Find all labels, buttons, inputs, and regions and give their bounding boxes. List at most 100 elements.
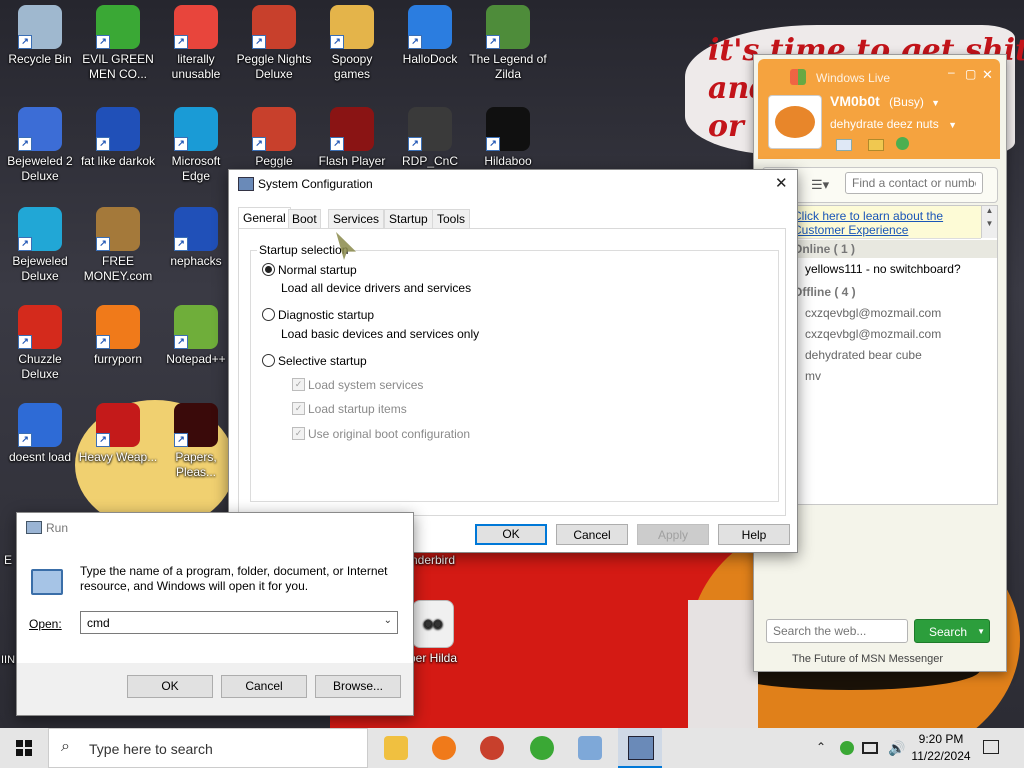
desktop-icon[interactable]: ↗ Microsoft Edge — [156, 107, 236, 184]
desktop-icon[interactable]: ↗ Recycle Bin — [0, 5, 80, 67]
list-item[interactable]: yellows111 - no switchboard? — [805, 262, 961, 276]
web-search-button[interactable]: Search ▼ — [914, 619, 990, 643]
msn-username[interactable]: VM0b0t — [830, 93, 880, 109]
notification-icon[interactable] — [983, 740, 999, 754]
desktop-icon-label: RDP_CnC — [401, 154, 458, 168]
folder-icon[interactable] — [868, 139, 884, 151]
desktop-icon[interactable]: ↗ doesnt load — [0, 403, 80, 465]
desktop-icon[interactable]: ↗ Peggle Nights Deluxe — [234, 5, 314, 82]
banner-link-line2[interactable]: Customer Experience — [793, 223, 908, 237]
open-input[interactable]: cmd ⌄ — [80, 611, 398, 634]
msconfig-taskbar-active[interactable] — [618, 728, 662, 768]
start-button[interactable] — [0, 728, 48, 768]
taskbar-search[interactable]: ⌕ Type here to search — [48, 728, 368, 768]
desktop-icon-label: Spoopy games — [331, 52, 373, 81]
mail-icon[interactable] — [836, 139, 852, 151]
desktop-icon[interactable]: ↗ Bejeweled 2 Deluxe — [0, 107, 80, 184]
file-explorer-icon[interactable] — [384, 736, 408, 760]
online-group-header[interactable]: Online ( 1 ) — [763, 240, 997, 258]
load-startup-items-checkbox[interactable]: ✓ — [292, 402, 305, 415]
scrollbar[interactable]: ▲ ▼ — [981, 206, 997, 238]
option-label[interactable]: Diagnostic startup — [278, 308, 374, 322]
desktop-icon[interactable]: ↗ The Legend of Zilda — [468, 5, 548, 82]
desktop-icon[interactable]: ↗ fat like darkok — [78, 107, 158, 169]
close-icon[interactable]: ✕ — [982, 67, 993, 83]
chevron-up-icon[interactable]: ⌃ — [816, 740, 826, 754]
banner-link-line1[interactable]: Click here to learn about the — [793, 209, 943, 223]
run-dialog[interactable]: Run Type the name of a program, folder, … — [16, 512, 414, 716]
chevron-up-icon[interactable]: ▲ — [982, 206, 997, 215]
help-button[interactable]: Help — [718, 524, 790, 545]
run-cancel-button[interactable]: Cancel — [221, 675, 307, 698]
desktop-icon[interactable]: ↗ Bejeweled Deluxe — [0, 207, 80, 284]
shortcut-arrow-icon: ↗ — [96, 137, 110, 151]
close-icon[interactable]: ✕ — [775, 174, 788, 192]
volume-icon[interactable]: 🔊 — [888, 740, 905, 757]
folder-icon: ↗ — [330, 5, 374, 49]
option-label[interactable]: Normal startup — [278, 263, 357, 277]
chevron-down-icon[interactable]: ▼ — [931, 98, 940, 108]
desktop-icon[interactable]: ↗ furryporn — [78, 305, 158, 367]
desktop-icon[interactable]: ↗ EVIL GREEN MEN CO... — [78, 5, 158, 82]
apply-button[interactable]: Apply — [637, 524, 709, 545]
chevron-down-icon[interactable]: ▼ — [948, 120, 957, 130]
desktop-icon[interactable]: ↗ Papers, Pleas... — [156, 403, 236, 480]
tab-general[interactable]: General — [238, 207, 291, 230]
clock[interactable]: 9:20 PM 11/22/2024 — [908, 731, 974, 765]
list-item[interactable]: cxzqevbgl@mozmail.com — [805, 327, 941, 341]
browse-button[interactable]: Browse... — [315, 675, 401, 698]
desktop-icon-label: Recycle Bin — [8, 52, 72, 66]
edge-icon: ↗ — [174, 107, 218, 151]
list-item[interactable]: dehydrated bear cube — [805, 348, 922, 362]
msn-people-icon[interactable] — [530, 736, 554, 760]
diagnostic-startup-radio[interactable] — [262, 308, 275, 321]
minimize-icon[interactable]: – — [948, 65, 955, 79]
run-taskbar-icon[interactable] — [578, 736, 602, 760]
desktop-icon[interactable]: ↗ Hildaboo — [468, 107, 548, 169]
desktop-icon[interactable]: ↗ Heavy Weap... — [78, 403, 158, 465]
rdp-icon: ↗ — [408, 107, 452, 151]
cancel-button[interactable]: Cancel — [556, 524, 628, 545]
desktop-icon[interactable]: ↗ Flash Player — [312, 107, 392, 169]
globe-icon[interactable] — [896, 137, 909, 150]
msn-status[interactable]: (Busy) — [889, 95, 924, 109]
desktop-icon[interactable]: ↗ HalloDock — [390, 5, 470, 67]
restore-icon[interactable]: ▢ — [965, 67, 976, 81]
desktop-icon[interactable]: ↗ literally unusable — [156, 5, 236, 82]
desktop-icon[interactable]: ↗ Spoopy games — [312, 5, 392, 82]
avatar[interactable] — [768, 95, 822, 149]
firefox-icon[interactable] — [432, 736, 456, 760]
run-ok-button[interactable]: OK — [127, 675, 213, 698]
desktop-icon[interactable]: ↗ RDP_CnC — [390, 107, 470, 169]
load-system-services-checkbox[interactable]: ✓ — [292, 378, 305, 391]
option-label[interactable]: Selective startup — [278, 354, 367, 368]
chevron-down-icon[interactable]: ▼ — [977, 620, 985, 644]
system-configuration-window[interactable]: System Configuration ✕ General Boot Serv… — [228, 169, 798, 553]
network-icon[interactable] — [862, 742, 878, 754]
desktop-icon-label: literally unusable — [171, 52, 221, 81]
desktop-icon[interactable]: ↗ Notepad++ — [156, 305, 236, 367]
desktop-icon[interactable]: ↗ Chuzzle Deluxe — [0, 305, 80, 382]
desktop-icon-label: Hildaboo — [484, 154, 532, 168]
desktop-icon-label: doesnt load — [8, 450, 72, 464]
list-item[interactable]: mv — [805, 369, 821, 383]
peggle-icon[interactable] — [480, 736, 504, 760]
ok-button[interactable]: OK — [475, 524, 547, 545]
chevron-down-icon[interactable]: ▼ — [982, 219, 997, 228]
desktop-icon[interactable]: ↗ nephacks — [156, 207, 236, 269]
offline-group-header[interactable]: Offline ( 4 ) — [763, 283, 997, 301]
msn-tray-icon[interactable] — [840, 741, 854, 755]
personal-message[interactable]: dehydrate deez nuts — [830, 117, 939, 131]
view-options-icon[interactable]: ☰▾ — [811, 177, 829, 193]
desktop-icon[interactable]: ↗ FREE MONEY.com — [78, 207, 158, 284]
selective-startup-radio[interactable] — [262, 354, 275, 367]
list-item[interactable]: cxzqevbgl@mozmail.com — [805, 306, 941, 320]
normal-startup-radio[interactable] — [262, 263, 275, 276]
option-desc: Load basic devices and services only — [281, 327, 480, 341]
group-label: Startup selection — [257, 243, 351, 257]
shortcut-arrow-icon: ↗ — [18, 433, 32, 447]
chevron-down-icon[interactable]: ⌄ — [384, 615, 392, 626]
web-search-input[interactable] — [766, 619, 908, 643]
find-contact-input[interactable] — [845, 172, 983, 194]
use-original-boot-checkbox[interactable]: ✓ — [292, 427, 305, 440]
